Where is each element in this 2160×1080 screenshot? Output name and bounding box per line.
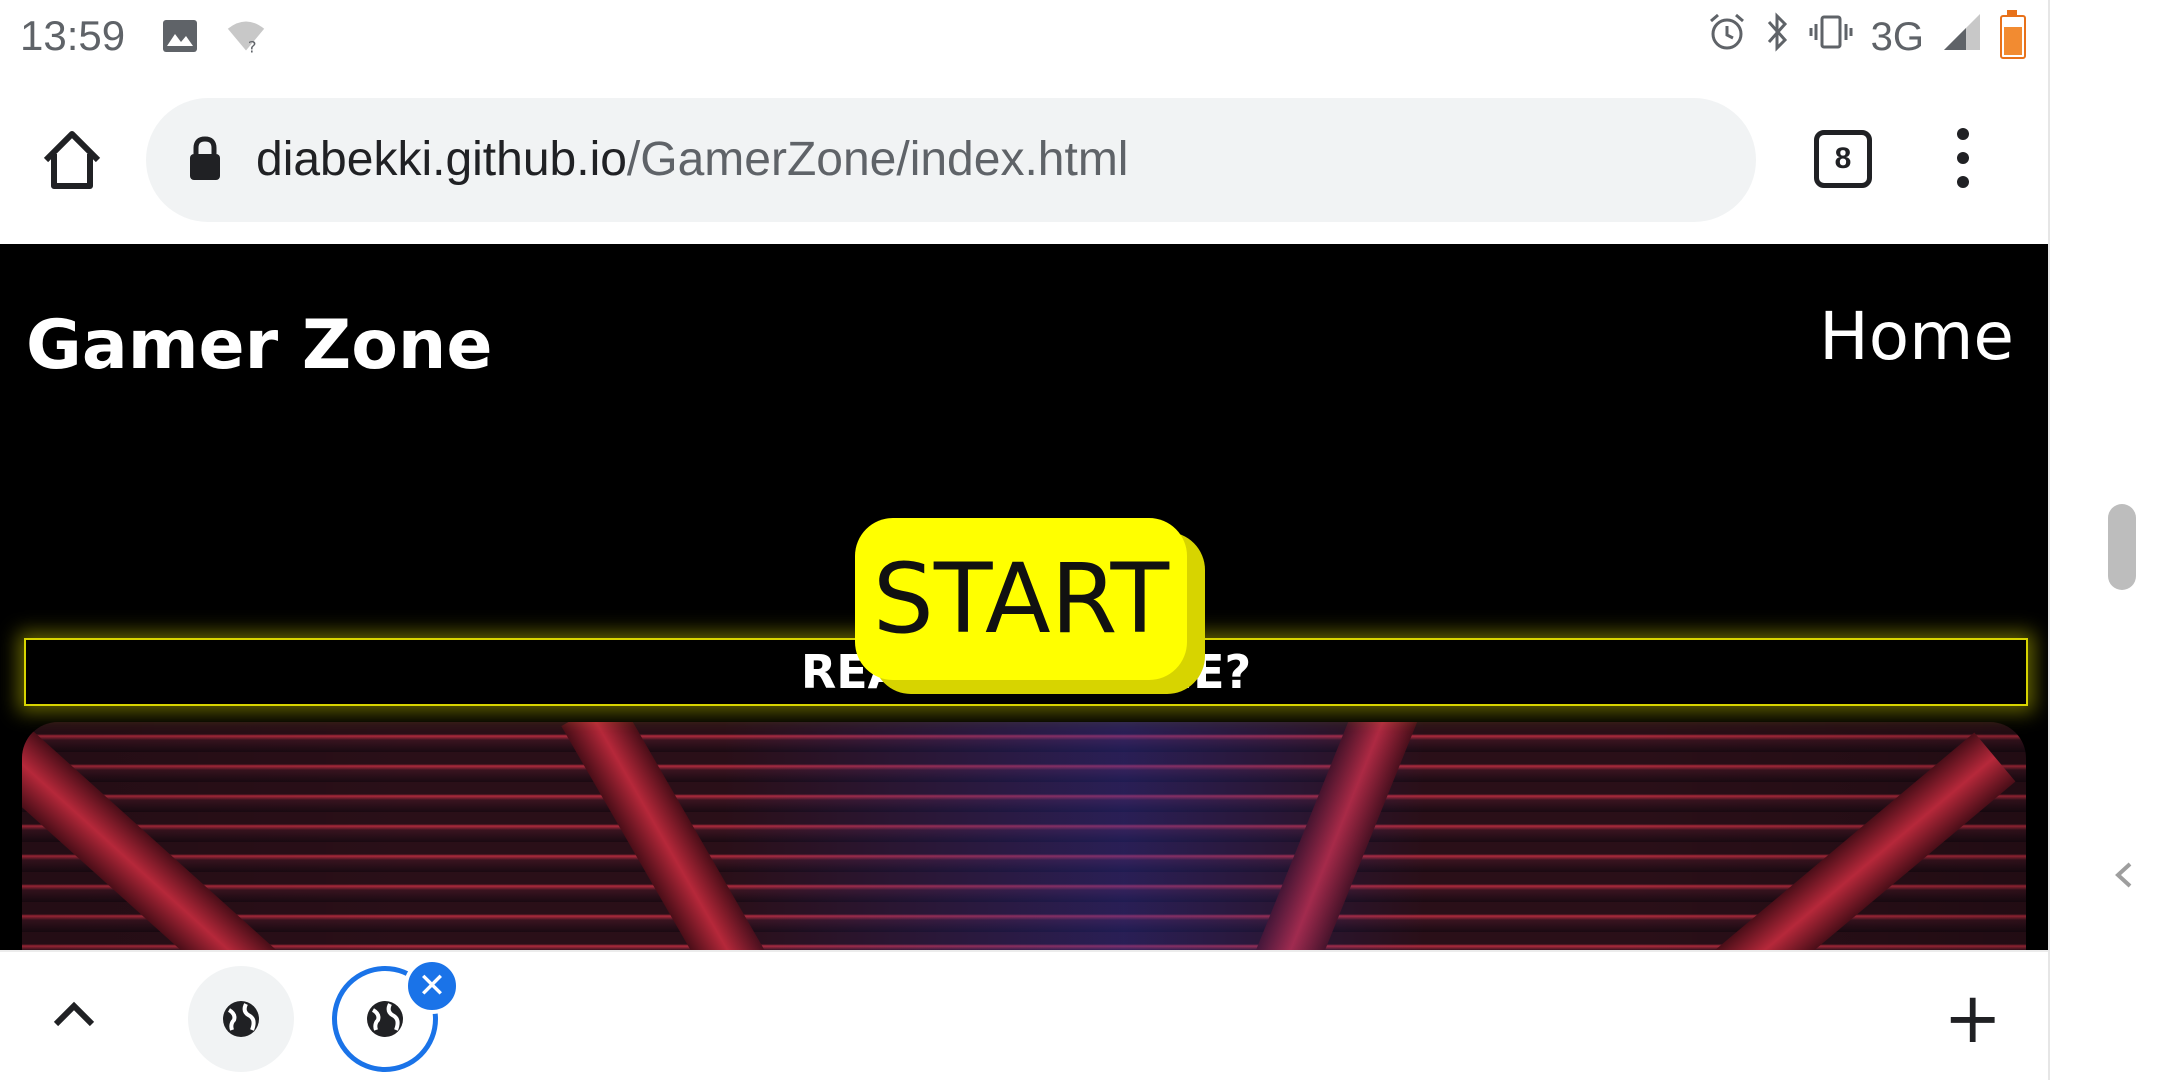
globe-icon bbox=[223, 1001, 259, 1037]
new-tab-button[interactable]: + bbox=[1943, 983, 2002, 1053]
web-page: Gamer Zone Home READY TO GAME? START bbox=[0, 244, 2048, 950]
close-tab-icon[interactable]: ✕ bbox=[404, 958, 460, 1014]
bluetooth-icon bbox=[1765, 12, 1791, 62]
lock-icon bbox=[188, 136, 222, 186]
status-time: 13:59 bbox=[20, 12, 126, 59]
tab-switcher-button[interactable]: 8 bbox=[1814, 130, 1872, 188]
hero-image bbox=[22, 722, 2026, 950]
chevron-up-icon[interactable] bbox=[48, 990, 100, 1042]
wifi-question-icon: ? bbox=[226, 16, 266, 56]
battery-icon bbox=[2000, 10, 2026, 59]
address-bar[interactable]: diabekki.github.io/GamerZone/index.html bbox=[146, 98, 1756, 222]
svg-text:?: ? bbox=[248, 37, 257, 56]
url-domain: diabekki.github.io bbox=[256, 133, 627, 186]
more-menu-icon[interactable] bbox=[1948, 128, 1978, 188]
tab-strip: ✕ + bbox=[0, 950, 2048, 1080]
tab-thumbnail[interactable] bbox=[188, 966, 294, 1072]
chevron-left-icon[interactable] bbox=[2108, 858, 2142, 892]
image-icon bbox=[160, 16, 200, 56]
url-text: diabekki.github.io/GamerZone/index.html bbox=[256, 132, 1128, 187]
nav-home-link[interactable]: Home bbox=[1819, 298, 2014, 375]
scrollbar-thumb[interactable] bbox=[2108, 504, 2136, 590]
network-type: 3G bbox=[1870, 14, 1924, 59]
home-icon[interactable] bbox=[36, 124, 108, 196]
start-button[interactable]: START bbox=[855, 518, 1187, 680]
status-bar: 13:59 ? 3G bbox=[0, 0, 2048, 74]
edge-panel bbox=[2048, 0, 2160, 1080]
alarm-icon bbox=[1707, 12, 1747, 62]
globe-icon bbox=[367, 1001, 403, 1037]
browser-toolbar: diabekki.github.io/GamerZone/index.html … bbox=[0, 74, 2048, 244]
site-logo[interactable]: Gamer Zone bbox=[26, 306, 492, 385]
vibrate-icon bbox=[1809, 12, 1853, 62]
url-path: /GamerZone/index.html bbox=[626, 133, 1129, 186]
phone-screen: 13:59 ? 3G diabekki.github.io/GamerZone/… bbox=[0, 0, 2048, 1080]
signal-icon bbox=[1942, 12, 1982, 62]
